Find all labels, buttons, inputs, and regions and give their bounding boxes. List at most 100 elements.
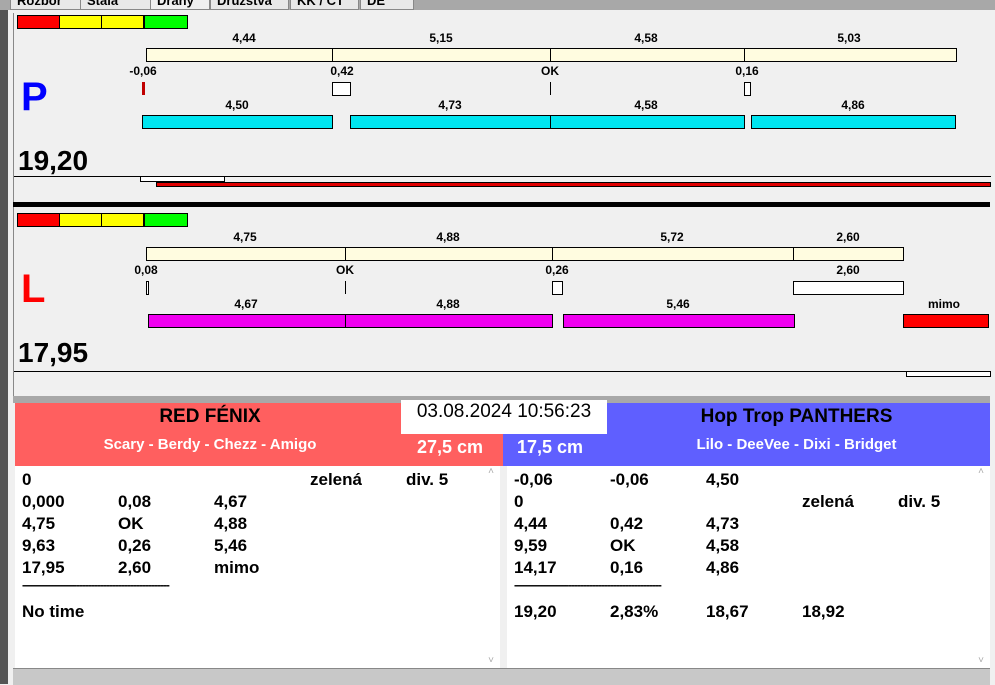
tab-drahy[interactable]: Dráhy	[150, 0, 210, 10]
tab-druzstva[interactable]: Družstva	[210, 0, 289, 10]
log-cell: 0,26	[118, 536, 152, 555]
bottom-bar	[903, 314, 989, 328]
log-cell: zelená	[802, 492, 854, 511]
deviation-marker	[744, 82, 751, 96]
scrollbar[interactable]: ˄ ˅	[973, 466, 989, 668]
top-value: 4,44	[232, 31, 256, 45]
log-summary: No time	[22, 602, 85, 621]
log-summary: 2,83%	[610, 602, 659, 621]
log-cell: 9,63	[22, 536, 56, 555]
log-cell: 4,86	[706, 558, 740, 577]
lane-total: 19,20	[18, 145, 89, 176]
divider	[345, 247, 346, 261]
status-green	[144, 213, 188, 227]
log-cell: 2,60	[118, 558, 152, 577]
log-cell: OK	[118, 514, 144, 533]
scrollbar[interactable]: ˄ ˅	[483, 466, 499, 668]
log-cell: 4,44	[514, 514, 548, 533]
top-value: 5,15	[429, 31, 453, 45]
log-cell: OK	[610, 536, 636, 555]
window-border	[0, 10, 8, 684]
tab-stala[interactable]: Stala	[80, 0, 154, 10]
deviation-marker	[552, 281, 563, 295]
bottom-bar	[345, 314, 553, 328]
log-summary: 19,20	[514, 602, 557, 621]
tab-kk-ct[interactable]: KK / CT	[290, 0, 359, 10]
top-value: 4,88	[436, 230, 460, 244]
log-cell: 0,16	[610, 558, 644, 577]
top-bar	[146, 48, 957, 62]
bottom-bar	[142, 115, 333, 129]
bottom-band	[13, 668, 990, 685]
log-separator: ----------------------------------------…	[514, 578, 662, 592]
log-cell: 0	[22, 470, 32, 489]
log-summary: 18,92	[802, 602, 845, 621]
log-cell: 9,59	[514, 536, 548, 555]
status-red	[17, 213, 60, 227]
log-cell: mimo	[214, 558, 260, 577]
bottom-value: 4,86	[841, 98, 865, 112]
lane-letter: L	[21, 267, 46, 311]
divider	[332, 48, 333, 62]
top-value: 5,72	[660, 230, 684, 244]
bottom-value: mimo	[927, 297, 961, 311]
log-cell: 5,46	[214, 536, 248, 555]
deviation-marker	[332, 82, 351, 96]
log-cell: 17,95	[22, 558, 65, 577]
log-cell: 0,000	[22, 492, 65, 511]
top-bar	[146, 247, 904, 261]
lane-letter: P	[21, 75, 48, 119]
deviation: OK	[541, 64, 559, 78]
team2-log[interactable]: -0,06 -0,06 4,50 0 zelená div. 5 4,44 0,…	[507, 466, 990, 668]
log-cell: 4,58	[706, 536, 740, 555]
deviation: OK	[336, 263, 354, 277]
bottom-value: 4,73	[438, 98, 462, 112]
deviation-marker	[146, 281, 149, 295]
tab-rozbor[interactable]: Rozbor	[10, 0, 84, 10]
team1-players: Scary - Berdy - Chezz - Amigo	[103, 436, 317, 453]
divider	[550, 48, 551, 62]
log-cell: 4,67	[214, 492, 248, 511]
log-cell: 4,75	[22, 514, 56, 533]
status-red	[17, 15, 60, 29]
log-summary: 18,67	[706, 602, 749, 621]
log-cell: 0,42	[610, 514, 644, 533]
progress-bar	[156, 182, 991, 187]
divider	[552, 247, 553, 261]
lane-total: 17,95	[18, 337, 89, 368]
deviation-marker	[142, 82, 145, 95]
tab-de[interactable]: DE	[360, 0, 414, 10]
team2-name: Hop Trop PANTHERS	[700, 406, 893, 427]
baseline	[14, 371, 991, 372]
deviation: 2,60	[836, 263, 860, 277]
bottom-value: 5,46	[666, 297, 690, 311]
bottom-value: 4,58	[634, 98, 658, 112]
bottom-bar	[563, 314, 795, 328]
team1-distance: 27,5 cm	[417, 437, 484, 457]
log-cell: 4,50	[706, 470, 740, 489]
divider	[793, 247, 794, 261]
bottom-bar	[350, 115, 551, 129]
status-yellow	[101, 15, 144, 29]
bottom-value: 4,88	[436, 297, 460, 311]
log-cell: 0	[514, 492, 524, 511]
bottom-bar	[148, 314, 346, 328]
log-cell: 0,08	[118, 492, 152, 511]
deviation: 0,26	[545, 263, 569, 277]
deviation: 0,08	[134, 263, 158, 277]
status-yellow	[59, 15, 102, 29]
top-value: 5,03	[837, 31, 861, 45]
datetime: 03.08.2024 10:56:23	[401, 400, 607, 434]
top-value: 4,75	[233, 230, 257, 244]
top-value: 2,60	[836, 230, 860, 244]
log-separator: ----------------------------------------…	[22, 578, 170, 592]
deviation: 0,42	[330, 64, 354, 78]
status-green	[144, 15, 188, 29]
log-cell: 14,17	[514, 558, 557, 577]
team1-log[interactable]: 0 zelená div. 5 0,000 0,08 4,67 4,75 OK …	[15, 466, 500, 668]
log-cell: 4,88	[214, 514, 248, 533]
top-value: 4,58	[634, 31, 658, 45]
deviation-marker	[345, 281, 346, 294]
deviation: -0,06	[129, 64, 157, 78]
deviation-marker	[793, 281, 904, 295]
